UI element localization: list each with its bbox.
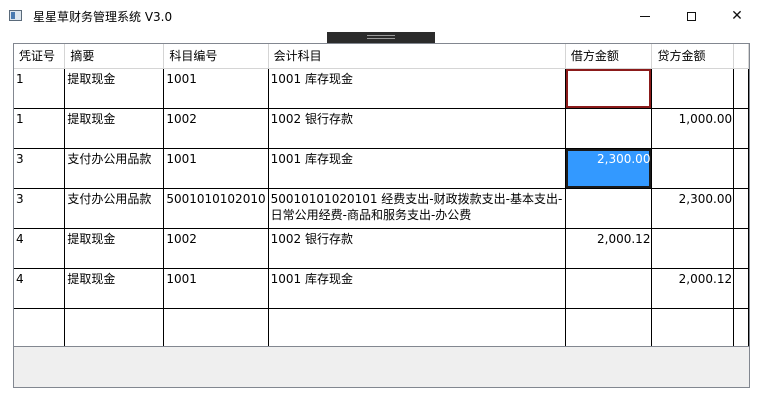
cell-code[interactable]: 1002	[163, 228, 269, 269]
maximize-button[interactable]	[668, 0, 714, 32]
cell-voucher[interactable]: 3	[14, 188, 66, 229]
column-header-credit[interactable]: 贷方金额	[651, 44, 735, 69]
cell-debit[interactable]: 2,300.00	[565, 148, 653, 189]
entries-table: 凭证号 摘要 科目编号 会计科目 借方金额 贷方金额 1 提取现金 1001 1001 库存现金…	[14, 44, 749, 349]
close-icon: ✕	[731, 8, 743, 24]
cell-voucher[interactable]: 4	[14, 268, 66, 309]
cell-code[interactable]: 1001	[163, 148, 269, 189]
cell-summary[interactable]: 提取现金	[64, 228, 165, 269]
cell-account[interactable]	[268, 308, 566, 349]
cell-code[interactable]: 1001	[163, 268, 269, 309]
title-bar: 星星草财务管理系统 V3.0 ✕	[0, 0, 760, 32]
cell-filler	[733, 268, 749, 309]
grid-footer	[14, 346, 749, 387]
table-row[interactable]: 3 支付办公用品款 1001 1001 库存现金 2,300.00	[14, 148, 749, 189]
window-title: 星星草财务管理系统 V3.0	[33, 10, 173, 24]
table-row[interactable]: 3 支付办公用品款 5001010102010 50010101020101 经费支出…	[14, 188, 749, 229]
cell-credit[interactable]: 2,000.12	[651, 268, 735, 309]
cell-debit[interactable]	[565, 68, 653, 109]
cell-credit[interactable]: 2,300.00	[651, 188, 735, 229]
cell-account[interactable]: 1001 库存现金	[268, 68, 566, 109]
cell-debit[interactable]: 2,000.12	[565, 228, 653, 269]
cell-code[interactable]	[163, 308, 269, 349]
cell-account[interactable]: 50010101020101 经费支出-财政拨款支出-基本支出-日常公用经费-商…	[268, 188, 566, 229]
cell-code[interactable]: 5001010102010	[163, 188, 269, 229]
cell-voucher[interactable]: 1	[14, 68, 66, 109]
cell-account[interactable]: 1002 银行存款	[268, 228, 566, 269]
table-row[interactable]: 4 提取现金 1002 1002 银行存款 2,000.12	[14, 228, 749, 269]
table-row[interactable]: 4 提取现金 1001 1001 库存现金 2,000.12	[14, 268, 749, 309]
table-row[interactable]: 1 提取现金 1002 1002 银行存款 1,000.00	[14, 108, 749, 149]
cell-filler	[733, 68, 749, 109]
cell-credit[interactable]	[651, 148, 735, 189]
cell-voucher[interactable]	[14, 308, 66, 349]
cell-filler	[733, 228, 749, 269]
cell-account[interactable]: 1001 库存现金	[268, 268, 566, 309]
cell-filler	[733, 148, 749, 189]
close-button[interactable]: ✕	[714, 0, 760, 32]
cell-voucher[interactable]: 3	[14, 148, 66, 189]
column-header-debit[interactable]: 借方金额	[565, 44, 653, 69]
cell-summary[interactable]: 支付办公用品款	[64, 148, 165, 189]
cell-debit[interactable]	[565, 188, 653, 229]
cell-credit[interactable]: 1,000.00	[651, 108, 735, 149]
cell-summary[interactable]: 提取现金	[64, 68, 165, 109]
app-icon	[9, 10, 22, 21]
cell-credit[interactable]	[651, 68, 735, 109]
column-header-voucher[interactable]: 凭证号	[14, 44, 66, 69]
drag-handle[interactable]	[327, 32, 435, 43]
cell-code[interactable]: 1001	[163, 68, 269, 109]
column-header-account[interactable]: 会计科目	[268, 44, 566, 69]
cell-debit[interactable]	[565, 308, 653, 349]
cell-voucher[interactable]: 4	[14, 228, 66, 269]
cell-summary[interactable]: 提取现金	[64, 108, 165, 149]
table-row[interactable]: 1 提取现金 1001 1001 库存现金	[14, 68, 749, 109]
cell-credit[interactable]	[651, 228, 735, 269]
column-header-summary[interactable]: 摘要	[64, 44, 165, 69]
cell-filler	[733, 308, 749, 349]
cell-voucher[interactable]: 1	[14, 108, 66, 149]
cell-summary[interactable]: 提取现金	[64, 268, 165, 309]
minimize-icon	[640, 15, 650, 17]
table-header-row: 凭证号 摘要 科目编号 会计科目 借方金额 贷方金额	[14, 44, 749, 69]
cell-account[interactable]: 1002 银行存款	[268, 108, 566, 149]
minimize-button[interactable]	[622, 0, 668, 32]
cell-account[interactable]: 1001 库存现金	[268, 148, 566, 189]
cell-filler	[733, 188, 749, 229]
voucher-grid: 凭证号 摘要 科目编号 会计科目 借方金额 贷方金额 1 提取现金 1001 1001 库存现金…	[13, 43, 750, 388]
cell-credit[interactable]	[651, 308, 735, 349]
column-header-code[interactable]: 科目编号	[163, 44, 269, 69]
cell-code[interactable]: 1002	[163, 108, 269, 149]
cell-filler	[733, 108, 749, 149]
cell-debit[interactable]	[565, 108, 653, 149]
table-row[interactable]	[14, 308, 749, 349]
cell-summary[interactable]: 支付办公用品款	[64, 188, 165, 229]
cell-debit[interactable]	[565, 268, 653, 309]
maximize-icon	[686, 11, 696, 21]
column-header-filler[interactable]	[733, 44, 749, 69]
cell-summary[interactable]	[64, 308, 165, 349]
